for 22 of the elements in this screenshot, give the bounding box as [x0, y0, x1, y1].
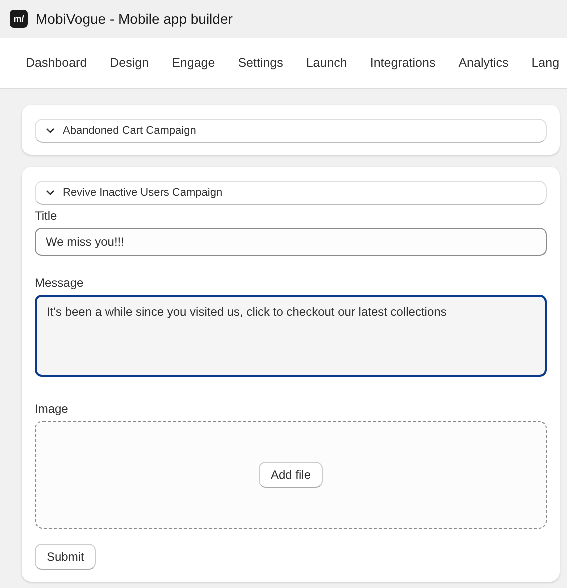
nav-tab[interactable]: Analytics — [458, 56, 509, 70]
field-label: Title — [35, 209, 58, 223]
nav-tab[interactable]: Design — [110, 56, 150, 70]
accordion-header[interactable]: Revive Inactive Users Campaign — [35, 181, 547, 205]
nav-tab[interactable]: Lang — [532, 56, 560, 70]
message-input[interactable]: It's been a while since you visited us, click to checkout our latest collections — [35, 295, 547, 377]
chevron-down-icon — [46, 190, 55, 196]
nav-tab[interactable]: Launch — [306, 56, 348, 70]
field-label: Image — [35, 402, 70, 416]
accordion-header[interactable]: Abandoned Cart Campaign — [35, 119, 547, 143]
app-logo: m/ — [10, 10, 28, 28]
nav-tab[interactable]: Settings — [238, 56, 284, 70]
submit-button[interactable]: Submit — [35, 544, 96, 570]
title-input[interactable]: We miss you!!! — [35, 228, 547, 256]
file-dropzone[interactable]: Add file — [35, 421, 547, 529]
nav-tab[interactable]: Engage — [172, 56, 216, 70]
nav-tab[interactable]: Integrations — [370, 56, 436, 70]
field-label: Message — [35, 276, 85, 290]
add-file-button[interactable]: Add file — [258, 462, 324, 488]
nav-tab[interactable]: Dashboard — [26, 56, 88, 70]
chevron-down-icon — [46, 128, 55, 134]
window-title: MobiVogue - Mobile app builder — [36, 11, 233, 27]
